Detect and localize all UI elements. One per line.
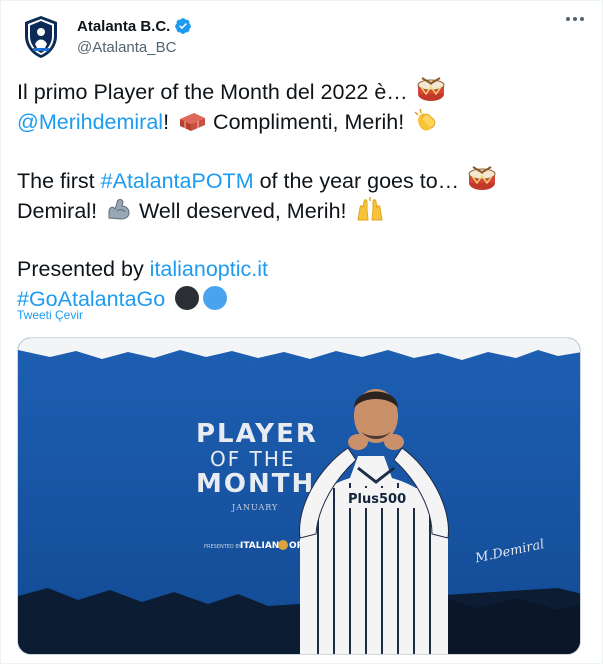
tweet-line-4: Demiral! Well deserved, Merih!	[17, 196, 587, 226]
translate-tweet-link[interactable]: Tweeti Çevir	[17, 308, 83, 322]
drum-emoji	[417, 77, 445, 101]
media-month: JANUARY	[231, 503, 278, 512]
tweet-text-segment: Presented by	[17, 257, 150, 281]
more-options-icon[interactable]	[566, 17, 584, 21]
drum-emoji	[468, 166, 496, 190]
tweet-text-segment: !	[163, 110, 170, 134]
mention-link[interactable]: @Merihdemiral	[17, 110, 163, 134]
brick-emoji	[180, 113, 206, 131]
tweet-card[interactable]: Atalanta B.C. @Atalanta_BC Il primo Play…	[0, 0, 603, 664]
display-name[interactable]: Atalanta B.C.	[77, 18, 170, 35]
tweet-media-image[interactable]: PLAYER OF THE MONTH JANUARY PRESENTED BY…	[17, 337, 581, 655]
tweet-text-segment: Complimenti, Merih!	[207, 110, 405, 134]
media-sponsor-logo-a: ITALIAN	[240, 541, 279, 551]
flexed-biceps-emoji	[108, 199, 130, 220]
verified-badge-icon	[175, 18, 192, 34]
avatar[interactable]	[17, 13, 65, 61]
account-name-row: Atalanta B.C.	[77, 17, 192, 35]
player-of-the-month-graphic: PLAYER OF THE MONTH JANUARY PRESENTED BY…	[18, 338, 580, 654]
tweet-text-segment: of the year goes to…	[253, 169, 460, 193]
atalanta-crest-icon	[25, 16, 57, 58]
hashtag-atalanta-potm[interactable]: #AtalantaPOTM	[101, 169, 254, 193]
black-and-blue-circles-emoji	[175, 286, 228, 310]
tweet-text: Il primo Player of the Month del 2022 è……	[17, 77, 587, 314]
raising-hands-emoji	[356, 197, 383, 221]
tweet-line-6: #GoAtalantaGo	[17, 284, 587, 314]
tweet-text-segment: Il primo Player of the Month del 2022 è…	[17, 80, 408, 104]
tweet-text-segment: Demiral!	[17, 199, 98, 223]
account-handle[interactable]: @Atalanta_BC	[77, 39, 176, 56]
shirt-sponsor-text: Plus500	[348, 492, 406, 507]
media-title-line3: MONTH	[196, 469, 315, 499]
tweet-line-2: @Merihdemiral! Complimenti, Merih!	[17, 107, 587, 137]
sponsor-link[interactable]: italianoptic.it	[150, 257, 268, 281]
tweet-line-5: Presented by italianoptic.it	[17, 255, 587, 284]
sponsor-logo-icon	[278, 540, 288, 550]
tweet-text-segment: The first	[17, 169, 101, 193]
clapping-hands-emoji	[414, 108, 436, 131]
tweet-text-segment: Well deserved, Merih!	[133, 199, 347, 223]
media-presented-by: PRESENTED BY	[204, 544, 243, 550]
tweet-line-1: Il primo Player of the Month del 2022 è…	[17, 77, 587, 107]
media-title-line2: OF THE	[210, 447, 296, 471]
tweet-line-3: The first #AtalantaPOTM of the year goes…	[17, 166, 587, 196]
media-title-line1: PLAYER	[196, 419, 318, 449]
